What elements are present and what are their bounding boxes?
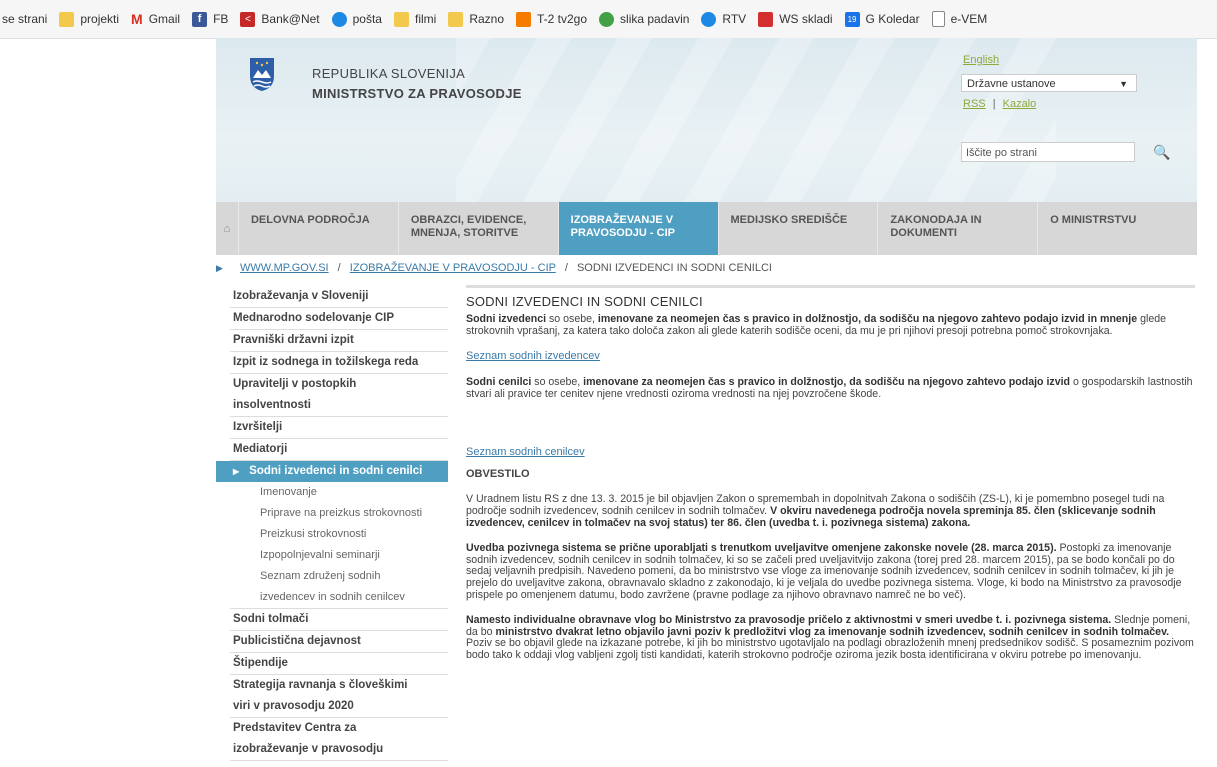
republic-title: REPUBLIKA SLOVENIJA bbox=[312, 66, 466, 81]
english-link[interactable]: English bbox=[963, 54, 999, 66]
sidebar-item[interactable]: Mediatorji bbox=[230, 439, 448, 461]
sidebar-subitem[interactable]: Priprave na preizkus strokovnosti bbox=[230, 503, 448, 524]
index-link[interactable]: Kazalo bbox=[1003, 98, 1037, 110]
sidebar-item[interactable]: Štipendije bbox=[230, 653, 448, 675]
mail-icon bbox=[331, 11, 347, 27]
sidebar-item[interactable]: Mednarodno sodelovanje CIP bbox=[230, 308, 448, 330]
calendar-icon: 19 bbox=[844, 11, 860, 27]
sidebar-item[interactable]: Sodni tolmači bbox=[230, 609, 448, 631]
links-separator: | bbox=[992, 98, 996, 110]
main-nav: ⌂ DELOVNA PODROČJA OBRAZCI, EVIDENCE, MN… bbox=[216, 202, 1197, 255]
search-icon[interactable]: 🔍 bbox=[1151, 142, 1173, 162]
link-seznam-cenilcev[interactable]: Seznam sodnih cenilcev bbox=[466, 446, 1195, 459]
sidebar: Izobraževanja v Sloveniji Mednarodno sod… bbox=[216, 286, 448, 761]
nav-obrazci[interactable]: OBRAZCI, EVIDENCE, MNENJA, STORITVE bbox=[399, 202, 559, 255]
bookmark-gmail[interactable]: M Gmail bbox=[131, 11, 180, 27]
bookmark-rtv[interactable]: RTV bbox=[701, 11, 746, 27]
breadcrumb-arrow-icon: ▶ bbox=[216, 263, 223, 273]
sidebar-subitem-cont[interactable]: izvedencev in sodnih cenilcev bbox=[230, 587, 448, 609]
folder-icon bbox=[59, 11, 75, 27]
breadcrumb-separator: / bbox=[337, 262, 341, 274]
nav-delovna-podrocja[interactable]: DELOVNA PODROČJA bbox=[239, 202, 399, 255]
breadcrumb-section[interactable]: IZOBRAŽEVANJE V PRAVOSODJU - CIP bbox=[350, 262, 556, 274]
breadcrumb-separator: / bbox=[564, 262, 568, 274]
nav-o-ministrstvu[interactable]: O MINISTRSTVU bbox=[1038, 202, 1197, 255]
header-links: RSS | Kazalo bbox=[963, 98, 1036, 110]
facebook-icon: f bbox=[192, 11, 208, 27]
link-seznam-izvedencev[interactable]: Seznam sodnih izvedencev bbox=[466, 351, 1195, 363]
breadcrumb-home[interactable]: WWW.MP.GOV.SI bbox=[240, 262, 329, 274]
breadcrumb-current: SODNI IZVEDENCI IN SODNI CENILCI bbox=[576, 262, 772, 274]
paragraph-notice-3: Namesto individualne obravnave vlog bo M… bbox=[466, 613, 1194, 662]
chart-icon bbox=[758, 11, 774, 27]
paragraph-notice-2: Uvedba pozivnega sistema se prične upora… bbox=[466, 541, 1182, 601]
bookmarks-bar: se strani projekti M Gmail f FB < Bank@Net … bbox=[0, 0, 1217, 39]
sidebar-item[interactable]: Publicistična dejavnost bbox=[230, 631, 448, 653]
rtv-icon bbox=[701, 11, 717, 27]
sidebar-item-insolvency-cont[interactable]: insolventnosti bbox=[230, 395, 448, 417]
nav-zakonodaja[interactable]: ZAKONODAJA IN DOKUMENTI bbox=[878, 202, 1039, 255]
sidebar-item-insolvency[interactable]: Upravitelji v postopkih bbox=[230, 374, 448, 395]
bookmark-projekti[interactable]: projekti bbox=[59, 11, 119, 27]
bookmark-slika-padavin[interactable]: slika padavin bbox=[599, 11, 689, 27]
sidebar-subitem[interactable]: Preizkusi strokovnosti bbox=[230, 524, 448, 545]
notice-heading: OBVESTILO bbox=[466, 467, 530, 480]
bookmark-ws-skladi[interactable]: WS skladi bbox=[758, 11, 833, 27]
main-content: SODNI IZVEDENCI IN SODNI CENILCI Sodni i… bbox=[466, 294, 1195, 662]
nav-medijsko-sredisce[interactable]: MEDIJSKO SREDIŠČE bbox=[719, 202, 879, 255]
paragraph-notice-1: V Uradnem listu RS z dne 13. 3. 2015 je … bbox=[466, 493, 1165, 529]
bookmark-se-strani[interactable]: se strani bbox=[2, 12, 47, 26]
page-title: SODNI IZVEDENCI IN SODNI CENILCI bbox=[466, 294, 703, 309]
sidebar-item[interactable]: Izobraževanja v Sloveniji bbox=[230, 286, 448, 308]
sidebar-item[interactable]: Pravniški državni izpit bbox=[230, 330, 448, 352]
coat-of-arms-icon bbox=[250, 58, 274, 91]
bookmark-e-vem[interactable]: e-VEM bbox=[931, 11, 987, 27]
breadcrumb: ▶ WWW.MP.GOV.SI / IZOBRAŽEVANJE V PRAVOS… bbox=[216, 262, 772, 274]
bookmark-t2[interactable]: T-2 tv2go bbox=[516, 11, 587, 27]
content-top-divider bbox=[466, 285, 1195, 288]
site-header: REPUBLIKA SLOVENIJA MINISTRSTVO ZA PRAVO… bbox=[216, 38, 1197, 202]
ministry-title: MINISTRSTVO ZA PRAVOSODJE bbox=[312, 86, 522, 101]
bookmark-g-koledar[interactable]: 19 G Koledar bbox=[844, 11, 920, 27]
sidebar-item[interactable]: Izpit iz sodnega in tožilskega reda bbox=[230, 352, 448, 374]
sidebar-subitem[interactable]: Imenovanje bbox=[230, 482, 448, 503]
bookmark-filmi[interactable]: filmi bbox=[393, 11, 436, 27]
bookmark-banknet[interactable]: < Bank@Net bbox=[240, 11, 320, 27]
active-arrow-icon: ▶ bbox=[233, 467, 240, 476]
bookmark-posta[interactable]: pošta bbox=[331, 11, 382, 27]
sidebar-item-strategy[interactable]: Strategija ravnanja s človeškimi bbox=[230, 675, 448, 696]
paragraph-cenilci: Sodni cenilci so osebe, imenovane za neo… bbox=[466, 376, 1193, 400]
dropdown-arrow-icon: ▼ bbox=[1119, 79, 1128, 89]
search-input[interactable]: Iščite po strani bbox=[961, 142, 1135, 162]
folder-icon bbox=[393, 11, 409, 27]
sidebar-item-center-cont[interactable]: izobraževanje v pravosodju bbox=[230, 739, 448, 761]
bank-icon: < bbox=[240, 11, 256, 27]
folder-icon bbox=[448, 11, 464, 27]
paragraph-izvedenci: Sodni izvedenci so osebe, imenovane za n… bbox=[466, 312, 1166, 337]
sidebar-item-center[interactable]: Predstavitev Centra za bbox=[230, 718, 448, 739]
document-icon bbox=[931, 11, 945, 27]
sidebar-subitem[interactable]: Seznam združenj sodnih bbox=[230, 566, 448, 587]
institutions-select[interactable]: Državne ustanove ▼ bbox=[961, 74, 1137, 92]
home-icon[interactable]: ⌂ bbox=[216, 202, 239, 255]
sidebar-item-active[interactable]: ▶ Sodni izvedenci in sodni cenilci bbox=[216, 461, 448, 482]
rss-link[interactable]: RSS bbox=[963, 98, 986, 110]
gmail-icon: M bbox=[131, 11, 143, 27]
weather-icon bbox=[599, 11, 615, 27]
tv-icon bbox=[516, 11, 531, 27]
sidebar-item[interactable]: Izvršitelji bbox=[230, 417, 448, 439]
sidebar-item-strategy-cont[interactable]: viri v pravosodju 2020 bbox=[230, 696, 448, 718]
sidebar-subitem[interactable]: Izpopolnjevalni seminarji bbox=[230, 545, 448, 566]
nav-izobrazevanje[interactable]: IZOBRAŽEVANJE V PRAVOSODJU - CIP bbox=[558, 202, 719, 255]
bookmark-fb[interactable]: f FB bbox=[192, 11, 228, 27]
bookmark-razno[interactable]: Razno bbox=[448, 11, 504, 27]
